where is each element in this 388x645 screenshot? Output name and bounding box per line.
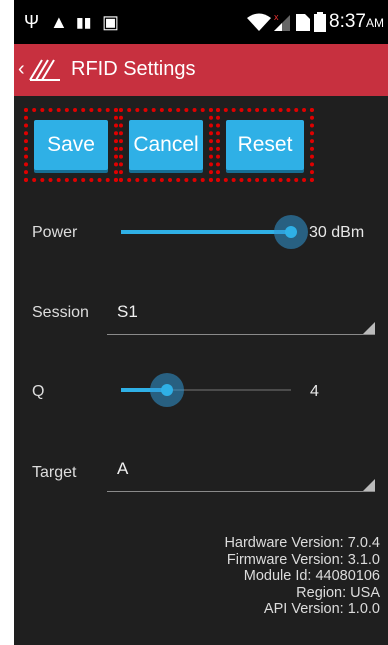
dropdown-arrow-icon [363,322,375,334]
battery-icon [314,12,326,36]
cancel-button-highlight: Cancel [119,108,213,182]
app-logo-icon[interactable] [28,56,62,87]
q-label: Q [32,383,45,400]
cancel-button[interactable]: Cancel [129,120,203,170]
firmware-version: Firmware Version: 3.1.0 [226,551,380,568]
warning-icon: ▲ [50,12,68,32]
target-dropdown[interactable]: A [107,455,375,492]
region: Region: USA [296,584,380,601]
save-button[interactable]: Save [34,120,108,170]
session-label: Session [32,304,89,321]
module-id: Module Id: 44080106 [243,568,380,584]
wifi-icon [246,12,272,36]
save-button-highlight: Save [24,108,118,182]
target-selected-value: A [117,459,129,478]
power-slider-fill [121,230,291,234]
back-caret-icon[interactable]: ‹ [18,58,25,81]
reset-button[interactable]: Reset [226,120,304,170]
api-version: API Version: 1.0.0 [263,601,380,617]
q-slider-knob[interactable] [160,384,173,396]
target-label: Target [32,464,77,481]
power-value: 30 dBm [309,224,365,241]
device-info: Hardware Version: 7.0.4 Firmware Version… [224,535,380,618]
reset-button-highlight: Reset [216,108,314,182]
power-slider-knob[interactable] [285,226,297,238]
signal-icon: x [272,12,292,36]
barcode-icon: ▮▮ [76,14,92,30]
clock: 8:37AM [329,11,384,32]
session-selected-value: S1 [117,302,138,321]
usb-icon: Ψ [24,12,40,32]
power-label: Power [32,224,78,241]
device-screen: Ψ ▲ ▮▮ ▣ x 8:37AM ‹ RFID Settings Save C… [14,0,388,645]
q-value: 4 [310,383,319,400]
session-dropdown[interactable]: S1 [107,298,375,335]
status-bar: Ψ ▲ ▮▮ ▣ x 8:37AM [14,0,388,44]
app-bar: ‹ RFID Settings [14,44,388,96]
image-icon: ▣ [102,12,120,32]
dropdown-arrow-icon [363,479,375,491]
sim-icon [296,12,310,36]
page-title: RFID Settings [71,58,196,80]
svg-text:x: x [274,12,279,22]
hardware-version: Hardware Version: 7.0.4 [224,535,380,551]
